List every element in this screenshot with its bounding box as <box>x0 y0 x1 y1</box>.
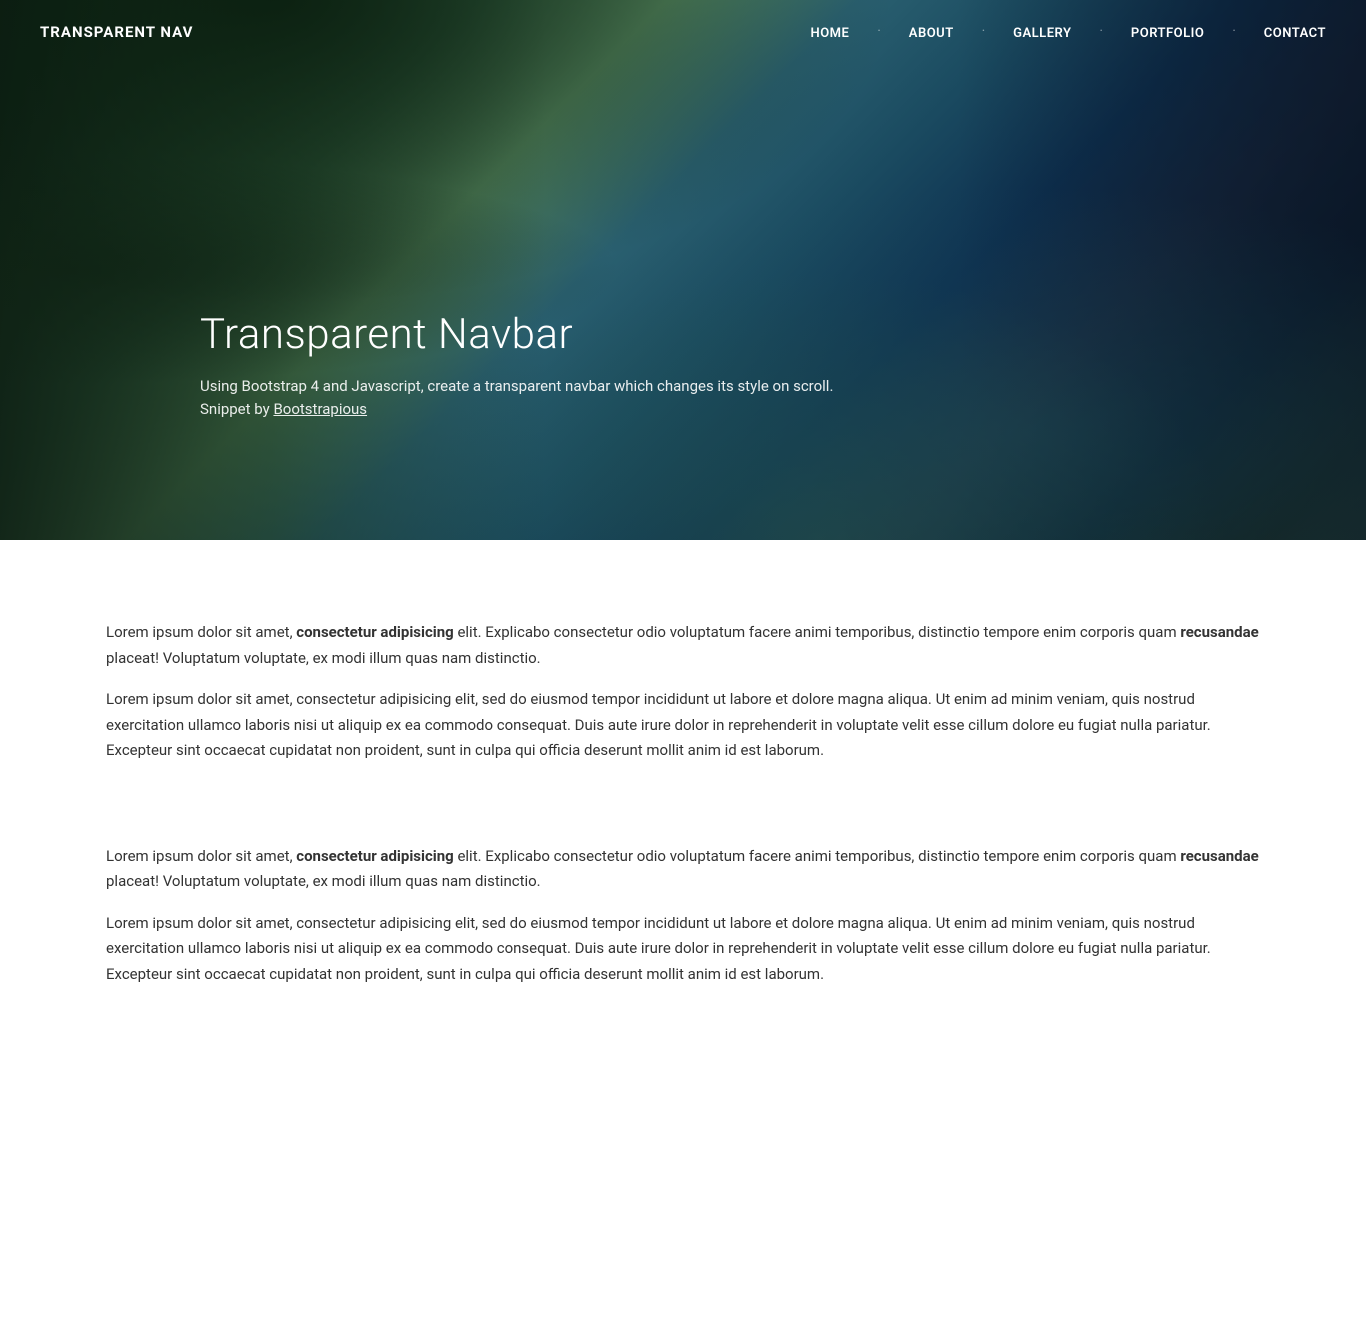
nav-link-home[interactable]: HOME <box>811 26 850 41</box>
cb1-p1-middle: elit. Explicabo consectetur odio volupta… <box>454 623 1181 641</box>
cb1-p1-after: placeat! Voluptatum voluptate, ex modi i… <box>106 649 541 667</box>
nav-separator-1: · <box>877 24 880 39</box>
content-block-2-para1: Lorem ipsum dolor sit amet, consectetur … <box>106 844 1260 895</box>
hero-subtitle: Using Bootstrap 4 and Javascript, create… <box>200 375 833 420</box>
nav-link-contact[interactable]: CONTACT <box>1264 26 1326 41</box>
cb2-p1-middle: elit. Explicabo consectetur odio volupta… <box>454 847 1181 865</box>
hero-title: Transparent Navbar <box>200 310 833 359</box>
content-section: Lorem ipsum dolor sit amet, consectetur … <box>0 540 1366 1147</box>
cb2-p1-bold1: consectetur adipisicing <box>296 847 453 865</box>
cb1-p1-bold1: consectetur adipisicing <box>296 623 453 641</box>
hero-author-link[interactable]: Bootstrapious <box>273 400 367 418</box>
hero-overlay <box>0 0 1366 540</box>
nav-link-about[interactable]: ABOUT <box>909 26 954 41</box>
nav-separator-2: · <box>982 24 985 39</box>
cb1-p1-before: Lorem ipsum dolor sit amet, <box>106 623 296 641</box>
hero-section: Transparent Navbar Using Bootstrap 4 and… <box>0 0 1366 540</box>
content-block-1-para2: Lorem ipsum dolor sit amet, consectetur … <box>106 687 1260 764</box>
navbar: TRANSPARENT NAV HOME · ABOUT · GALLERY ·… <box>0 0 1366 63</box>
content-block-2: Lorem ipsum dolor sit amet, consectetur … <box>106 844 1260 988</box>
content-block-1-para1: Lorem ipsum dolor sit amet, consectetur … <box>106 620 1260 671</box>
nav-separator-3: · <box>1099 24 1102 39</box>
content-block-1: Lorem ipsum dolor sit amet, consectetur … <box>106 620 1260 764</box>
nav-item-contact: CONTACT <box>1264 22 1326 41</box>
content-block-2-para2: Lorem ipsum dolor sit amet, consectetur … <box>106 911 1260 988</box>
cb2-p1-before: Lorem ipsum dolor sit amet, <box>106 847 296 865</box>
nav-item-portfolio: PORTFOLIO <box>1131 22 1204 41</box>
cb1-p1-bold2: recusandae <box>1180 623 1258 641</box>
cb2-p1-bold2: recusandae <box>1180 847 1258 865</box>
nav-item-gallery: GALLERY <box>1013 22 1071 41</box>
hero-subtitle-text: Using Bootstrap 4 and Javascript, create… <box>200 377 833 395</box>
navbar-brand[interactable]: TRANSPARENT NAV <box>40 23 193 41</box>
nav-item-home: HOME <box>811 22 850 41</box>
nav-link-gallery[interactable]: GALLERY <box>1013 26 1071 41</box>
nav-link-portfolio[interactable]: PORTFOLIO <box>1131 26 1204 41</box>
hero-snippet-by: Snippet by <box>200 400 273 418</box>
nav-separator-4: · <box>1232 24 1235 39</box>
hero-content: Transparent Navbar Using Bootstrap 4 and… <box>200 310 833 420</box>
cb2-p1-after: placeat! Voluptatum voluptate, ex modi i… <box>106 872 541 890</box>
navbar-links: HOME · ABOUT · GALLERY · PORTFOLIO · CON… <box>811 22 1327 41</box>
nav-item-about: ABOUT <box>909 22 954 41</box>
